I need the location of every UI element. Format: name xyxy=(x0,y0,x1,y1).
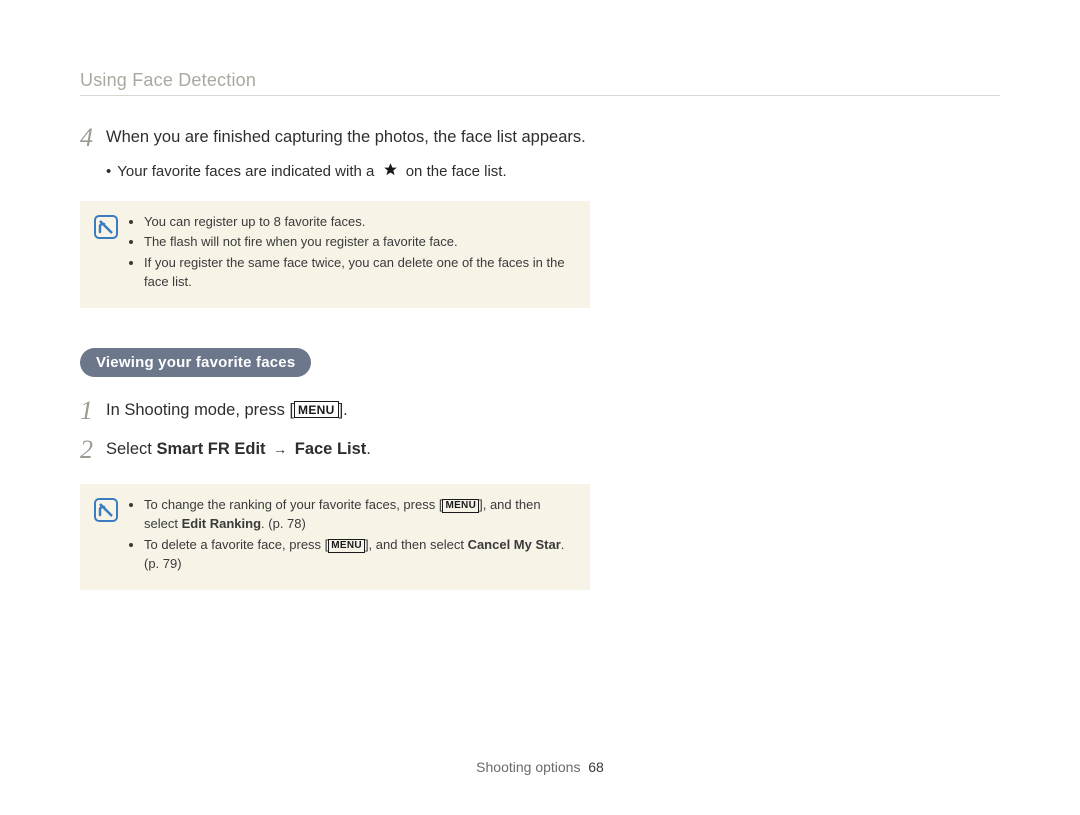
page-number: 68 xyxy=(588,759,604,775)
note-item: If you register the same face twice, you… xyxy=(144,254,574,292)
page-footer: Shooting options 68 xyxy=(0,759,1080,775)
note-box-1: You can register up to 8 favorite faces.… xyxy=(80,201,590,308)
step-text: When you are finished capturing the phot… xyxy=(106,124,590,148)
step-number: 1 xyxy=(80,397,106,426)
note-list: To change the ranking of your favorite f… xyxy=(130,496,574,575)
step-number: 2 xyxy=(80,436,106,465)
menu-icon: MENU xyxy=(328,539,365,553)
content-column: 4 When you are finished capturing the ph… xyxy=(80,124,590,590)
step-4: 4 When you are finished capturing the ph… xyxy=(80,124,590,153)
manual-page: Using Face Detection 4 When you are fini… xyxy=(0,0,1080,815)
note-list: You can register up to 8 favorite faces.… xyxy=(130,213,574,294)
step-text: In Shooting mode, press [MENU]. xyxy=(106,397,590,421)
footer-section: Shooting options xyxy=(476,759,580,775)
step-4-bullet: • Your favorite faces are indicated with… xyxy=(106,161,590,183)
page-header-title: Using Face Detection xyxy=(80,70,1000,91)
note-box-2: To change the ranking of your favorite f… xyxy=(80,484,590,589)
arrow-icon: → xyxy=(273,441,287,457)
note-icon xyxy=(94,498,118,525)
step-text: Select Smart FR Edit → Face List. xyxy=(106,436,590,460)
menu-icon: MENU xyxy=(442,499,479,513)
note-item: To delete a favorite face, press [MENU],… xyxy=(144,536,574,574)
bullet-text-suffix: on the face list. xyxy=(406,163,507,180)
star-icon xyxy=(383,162,398,183)
divider xyxy=(80,95,1000,96)
menu-icon: MENU xyxy=(294,401,339,418)
step-2: 2 Select Smart FR Edit → Face List. xyxy=(80,436,590,465)
section-pill: Viewing your favorite faces xyxy=(80,348,311,377)
note-icon xyxy=(94,215,118,242)
note-item: The flash will not fire when you registe… xyxy=(144,233,574,252)
bullet-dot: • xyxy=(106,161,111,182)
bullet-text-prefix: Your favorite faces are indicated with a xyxy=(117,163,374,180)
step-1: 1 In Shooting mode, press [MENU]. xyxy=(80,397,590,426)
step-number: 4 xyxy=(80,124,106,153)
note-item: To change the ranking of your favorite f… xyxy=(144,496,574,534)
note-item: You can register up to 8 favorite faces. xyxy=(144,213,574,232)
